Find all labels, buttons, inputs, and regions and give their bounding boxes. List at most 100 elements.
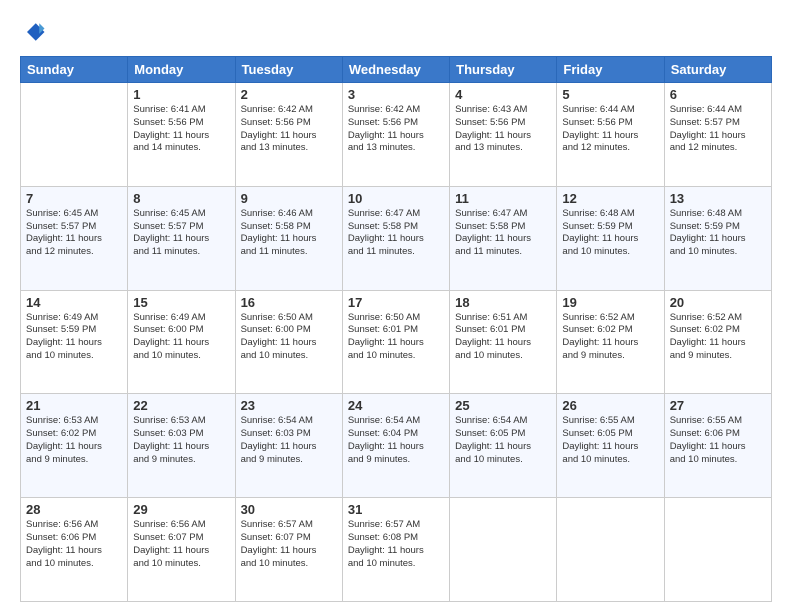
- calendar-cell: 9 Sunrise: 6:46 AM Sunset: 5:58 PM Daylig…: [235, 186, 342, 290]
- day-number: 21: [26, 398, 122, 413]
- day-detail: Sunrise: 6:49 AM Sunset: 5:59 PM Dayligh…: [26, 312, 122, 363]
- calendar-header-sunday: Sunday: [21, 57, 128, 83]
- logo-icon: [20, 18, 48, 46]
- day-number: 20: [670, 295, 766, 310]
- day-detail: Sunrise: 6:54 AM Sunset: 6:03 PM Dayligh…: [241, 415, 337, 466]
- calendar-cell: [557, 498, 664, 602]
- calendar-header-wednesday: Wednesday: [342, 57, 449, 83]
- day-detail: Sunrise: 6:47 AM Sunset: 5:58 PM Dayligh…: [455, 208, 551, 259]
- calendar-cell: [664, 498, 771, 602]
- calendar-header-thursday: Thursday: [450, 57, 557, 83]
- calendar-cell: 26 Sunrise: 6:55 AM Sunset: 6:05 PM Dayli…: [557, 394, 664, 498]
- day-number: 26: [562, 398, 658, 413]
- calendar-cell: 14Sunrise: 6:49 AM Sunset: 5:59 PM Dayli…: [21, 290, 128, 394]
- calendar-week-row: 1 Sunrise: 6:41 AM Sunset: 5:56 PM Daylig…: [21, 83, 772, 187]
- day-detail: Sunrise: 6:48 AM Sunset: 5:59 PM Dayligh…: [562, 208, 658, 259]
- day-number: 30: [241, 502, 337, 517]
- day-detail: Sunrise: 6:56 AM Sunset: 6:07 PM Dayligh…: [133, 519, 229, 570]
- day-number: 3: [348, 87, 444, 102]
- day-detail: Sunrise: 6:48 AM Sunset: 5:59 PM Dayligh…: [670, 208, 766, 259]
- calendar-cell: 17 Sunrise: 6:50 AM Sunset: 6:01 PM Dayli…: [342, 290, 449, 394]
- calendar-header-row: SundayMondayTuesdayWednesdayThursdayFrid…: [21, 57, 772, 83]
- page: SundayMondayTuesdayWednesdayThursdayFrid…: [0, 0, 792, 612]
- day-detail: Sunrise: 6:47 AM Sunset: 5:58 PM Dayligh…: [348, 208, 444, 259]
- calendar-week-row: 21Sunrise: 6:53 AM Sunset: 6:02 PM Dayli…: [21, 394, 772, 498]
- calendar-cell: 23Sunrise: 6:54 AM Sunset: 6:03 PM Dayli…: [235, 394, 342, 498]
- day-detail: Sunrise: 6:51 AM Sunset: 6:01 PM Dayligh…: [455, 312, 551, 363]
- day-number: 12: [562, 191, 658, 206]
- calendar-cell: 11 Sunrise: 6:47 AM Sunset: 5:58 PM Dayli…: [450, 186, 557, 290]
- calendar-cell: 7 Sunrise: 6:45 AM Sunset: 5:57 PM Daylig…: [21, 186, 128, 290]
- calendar-table: SundayMondayTuesdayWednesdayThursdayFrid…: [20, 56, 772, 602]
- day-number: 9: [241, 191, 337, 206]
- calendar-cell: 30 Sunrise: 6:57 AM Sunset: 6:07 PM Dayli…: [235, 498, 342, 602]
- day-detail: Sunrise: 6:44 AM Sunset: 5:56 PM Dayligh…: [562, 104, 658, 155]
- calendar-cell: 5 Sunrise: 6:44 AM Sunset: 5:56 PM Daylig…: [557, 83, 664, 187]
- day-number: 2: [241, 87, 337, 102]
- day-number: 13: [670, 191, 766, 206]
- day-detail: Sunrise: 6:52 AM Sunset: 6:02 PM Dayligh…: [670, 312, 766, 363]
- day-number: 18: [455, 295, 551, 310]
- day-number: 11: [455, 191, 551, 206]
- day-detail: Sunrise: 6:42 AM Sunset: 5:56 PM Dayligh…: [241, 104, 337, 155]
- day-number: 8: [133, 191, 229, 206]
- calendar-cell: 21Sunrise: 6:53 AM Sunset: 6:02 PM Dayli…: [21, 394, 128, 498]
- day-detail: Sunrise: 6:55 AM Sunset: 6:06 PM Dayligh…: [670, 415, 766, 466]
- calendar-cell: 13 Sunrise: 6:48 AM Sunset: 5:59 PM Dayli…: [664, 186, 771, 290]
- day-detail: Sunrise: 6:50 AM Sunset: 6:01 PM Dayligh…: [348, 312, 444, 363]
- day-detail: Sunrise: 6:49 AM Sunset: 6:00 PM Dayligh…: [133, 312, 229, 363]
- day-number: 5: [562, 87, 658, 102]
- calendar-cell: 3 Sunrise: 6:42 AM Sunset: 5:56 PM Daylig…: [342, 83, 449, 187]
- day-number: 15: [133, 295, 229, 310]
- calendar-cell: 31 Sunrise: 6:57 AM Sunset: 6:08 PM Dayli…: [342, 498, 449, 602]
- day-number: 27: [670, 398, 766, 413]
- day-detail: Sunrise: 6:54 AM Sunset: 6:04 PM Dayligh…: [348, 415, 444, 466]
- day-detail: Sunrise: 6:45 AM Sunset: 5:57 PM Dayligh…: [133, 208, 229, 259]
- calendar-cell: 12 Sunrise: 6:48 AM Sunset: 5:59 PM Dayli…: [557, 186, 664, 290]
- day-detail: Sunrise: 6:57 AM Sunset: 6:08 PM Dayligh…: [348, 519, 444, 570]
- calendar-header-tuesday: Tuesday: [235, 57, 342, 83]
- calendar-cell: 4 Sunrise: 6:43 AM Sunset: 5:56 PM Daylig…: [450, 83, 557, 187]
- day-number: 31: [348, 502, 444, 517]
- calendar-cell: 27 Sunrise: 6:55 AM Sunset: 6:06 PM Dayli…: [664, 394, 771, 498]
- day-detail: Sunrise: 6:52 AM Sunset: 6:02 PM Dayligh…: [562, 312, 658, 363]
- calendar-cell: 28 Sunrise: 6:56 AM Sunset: 6:06 PM Dayli…: [21, 498, 128, 602]
- calendar-cell: [450, 498, 557, 602]
- day-number: 24: [348, 398, 444, 413]
- calendar-header-friday: Friday: [557, 57, 664, 83]
- day-detail: Sunrise: 6:42 AM Sunset: 5:56 PM Dayligh…: [348, 104, 444, 155]
- day-detail: Sunrise: 6:43 AM Sunset: 5:56 PM Dayligh…: [455, 104, 551, 155]
- day-detail: Sunrise: 6:45 AM Sunset: 5:57 PM Dayligh…: [26, 208, 122, 259]
- calendar-cell: 25 Sunrise: 6:54 AM Sunset: 6:05 PM Dayli…: [450, 394, 557, 498]
- calendar-cell: 22Sunrise: 6:53 AM Sunset: 6:03 PM Dayli…: [128, 394, 235, 498]
- day-detail: Sunrise: 6:46 AM Sunset: 5:58 PM Dayligh…: [241, 208, 337, 259]
- calendar-cell: 18 Sunrise: 6:51 AM Sunset: 6:01 PM Dayli…: [450, 290, 557, 394]
- calendar-cell: 10Sunrise: 6:47 AM Sunset: 5:58 PM Dayli…: [342, 186, 449, 290]
- day-detail: Sunrise: 6:50 AM Sunset: 6:00 PM Dayligh…: [241, 312, 337, 363]
- day-number: 17: [348, 295, 444, 310]
- day-number: 22: [133, 398, 229, 413]
- logo: [20, 18, 50, 46]
- day-detail: Sunrise: 6:54 AM Sunset: 6:05 PM Dayligh…: [455, 415, 551, 466]
- calendar-header-saturday: Saturday: [664, 57, 771, 83]
- calendar-cell: 24 Sunrise: 6:54 AM Sunset: 6:04 PM Dayli…: [342, 394, 449, 498]
- calendar-week-row: 28 Sunrise: 6:56 AM Sunset: 6:06 PM Dayli…: [21, 498, 772, 602]
- day-number: 25: [455, 398, 551, 413]
- day-number: 16: [241, 295, 337, 310]
- day-number: 1: [133, 87, 229, 102]
- calendar-cell: 19 Sunrise: 6:52 AM Sunset: 6:02 PM Dayli…: [557, 290, 664, 394]
- day-detail: Sunrise: 6:41 AM Sunset: 5:56 PM Dayligh…: [133, 104, 229, 155]
- day-detail: Sunrise: 6:56 AM Sunset: 6:06 PM Dayligh…: [26, 519, 122, 570]
- day-number: 29: [133, 502, 229, 517]
- day-detail: Sunrise: 6:44 AM Sunset: 5:57 PM Dayligh…: [670, 104, 766, 155]
- day-number: 28: [26, 502, 122, 517]
- day-detail: Sunrise: 6:55 AM Sunset: 6:05 PM Dayligh…: [562, 415, 658, 466]
- day-number: 19: [562, 295, 658, 310]
- calendar-cell: 20 Sunrise: 6:52 AM Sunset: 6:02 PM Dayli…: [664, 290, 771, 394]
- calendar-cell: 1 Sunrise: 6:41 AM Sunset: 5:56 PM Daylig…: [128, 83, 235, 187]
- calendar-week-row: 7 Sunrise: 6:45 AM Sunset: 5:57 PM Daylig…: [21, 186, 772, 290]
- day-number: 4: [455, 87, 551, 102]
- day-number: 7: [26, 191, 122, 206]
- day-detail: Sunrise: 6:57 AM Sunset: 6:07 PM Dayligh…: [241, 519, 337, 570]
- calendar-header-monday: Monday: [128, 57, 235, 83]
